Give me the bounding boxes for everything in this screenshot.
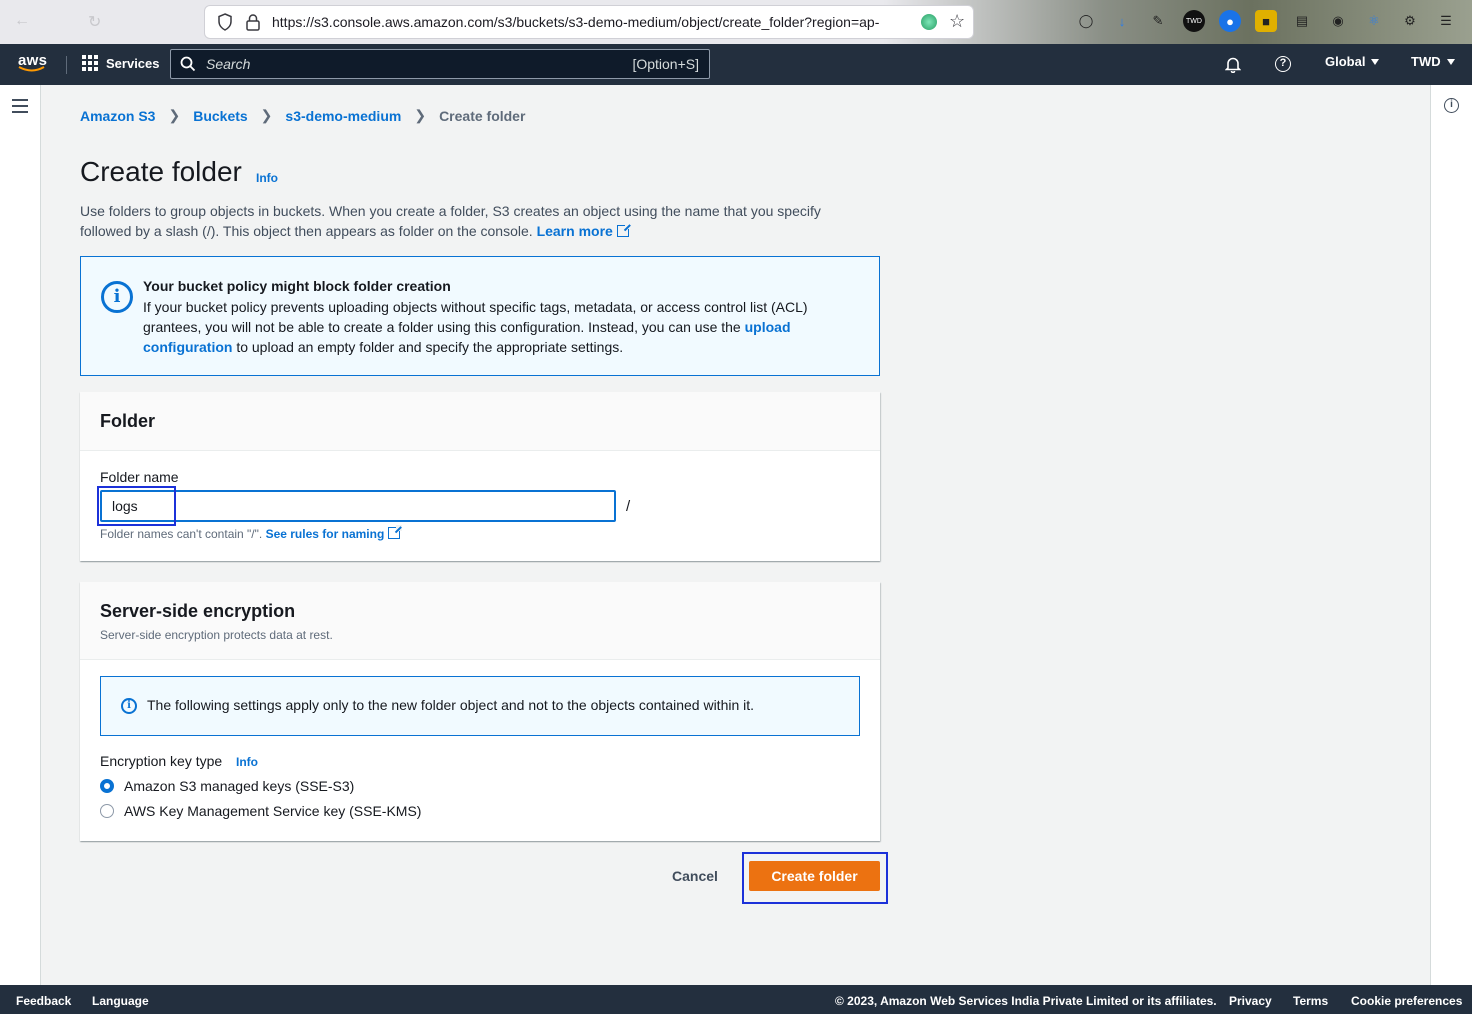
encryption-container: Server-side encryption Server-side encry… [80, 582, 880, 841]
alert-body-text: If your bucket policy prevents uploading… [143, 299, 808, 335]
reload-icon[interactable]: ↻ [88, 12, 101, 32]
breadcrumb-amazon-s3[interactable]: Amazon S3 [80, 108, 155, 124]
address-bar[interactable]: https://s3.console.aws.amazon.com/s3/buc… [205, 6, 973, 38]
hamburger-menu-icon[interactable] [12, 99, 28, 117]
alert-title: Your bucket policy might block folder cr… [143, 278, 451, 294]
menu-icon[interactable]: ☰ [1435, 10, 1457, 32]
naming-rules-link[interactable]: See rules for naming [265, 525, 403, 541]
folder-name-input[interactable] [100, 490, 616, 522]
radio-sse-kms[interactable]: AWS Key Management Service key (SSE-KMS) [100, 803, 421, 819]
shield-icon [218, 13, 232, 31]
feedback-link[interactable]: Feedback [16, 994, 71, 1008]
alert-body: If your bucket policy prevents uploading… [143, 297, 843, 357]
twd-extension-icon[interactable]: TWD [1183, 10, 1205, 32]
encryption-note-text: The following settings apply only to the… [147, 697, 755, 713]
encryption-info-note: i The following settings apply only to t… [100, 676, 860, 736]
info-panel-icon[interactable]: i [1444, 98, 1459, 113]
chevron-right-icon: ❯ [260, 107, 273, 123]
notifications-bell-icon[interactable] [1225, 56, 1241, 73]
extension-icon[interactable] [921, 14, 937, 30]
terms-link[interactable]: Terms [1293, 994, 1328, 1008]
encryption-info-link[interactable]: Info [236, 755, 258, 769]
page-title: Create folder [80, 156, 242, 187]
breadcrumb-current: Create folder [439, 107, 526, 124]
folder-container-header: Folder [80, 392, 880, 451]
url-text[interactable]: https://s3.console.aws.amazon.com/s3/buc… [272, 14, 912, 30]
breadcrumb: Amazon S3 ❯ Buckets ❯ s3-demo-medium ❯ C… [80, 107, 525, 124]
pen-icon[interactable]: ✎ [1147, 10, 1169, 32]
chevron-right-icon: ❯ [414, 107, 427, 123]
breadcrumb-buckets[interactable]: Buckets [193, 108, 247, 124]
alert-body-text-end: to upload an empty folder and specify th… [232, 339, 624, 355]
chevron-right-icon: ❯ [168, 107, 181, 123]
constraint-text: Folder names can't contain "/". [100, 527, 263, 541]
caret-down-icon [1446, 58, 1455, 65]
info-icon: i [101, 281, 133, 313]
pocket-icon[interactable]: ◯ [1075, 10, 1097, 32]
external-link-icon [388, 525, 403, 539]
info-icon: i [121, 698, 137, 714]
folder-slash-suffix: / [626, 498, 631, 515]
region-selector[interactable]: Global [1325, 54, 1380, 69]
search-icon [180, 56, 196, 72]
description-text: Use folders to group objects in buckets.… [80, 203, 821, 239]
caret-down-icon [1371, 58, 1380, 65]
left-navigation-rail [0, 85, 41, 985]
help-icon[interactable]: ? [1275, 56, 1291, 72]
region-label: Global [1325, 54, 1366, 69]
encryption-description: Server-side encryption protects data at … [100, 628, 333, 642]
search-placeholder: Search [206, 56, 251, 72]
radio-sse-kms-label: AWS Key Management Service key (SSE-KMS) [124, 803, 422, 819]
search-input[interactable]: Search [Option+S] [170, 49, 710, 79]
encryption-key-type-label: Encryption key type [100, 753, 223, 769]
aws-logo-text: aws [18, 52, 48, 69]
right-tools-rail: i [1430, 85, 1472, 985]
cancel-button[interactable]: Cancel [658, 862, 732, 890]
reader-icon[interactable]: ▤ [1291, 10, 1313, 32]
account-label: TWD [1411, 54, 1441, 69]
bookmark-star-icon[interactable]: ☆ [949, 11, 965, 32]
bucket-policy-alert: i Your bucket policy might block folder … [80, 256, 880, 376]
account-menu[interactable]: TWD [1411, 54, 1455, 69]
lock-icon [246, 14, 260, 31]
console-footer: Feedback Language © 2023, Amazon Web Ser… [0, 985, 1472, 1014]
grid-icon [82, 55, 98, 71]
external-link-icon [616, 223, 631, 237]
aws-top-nav: aws Services Search [Option+S] ? Global … [0, 44, 1472, 85]
breadcrumb-bucket[interactable]: s3-demo-medium [285, 108, 401, 124]
divider [66, 56, 67, 74]
folder-name-constraint: Folder names can't contain "/". See rule… [100, 525, 403, 541]
browser-toolbar: ← ↻ https://s3.console.aws.amazon.com/s3… [0, 0, 1472, 44]
search-shortcut: [Option+S] [632, 56, 699, 72]
learn-more-link[interactable]: Learn more [536, 223, 631, 239]
react-devtools-icon[interactable]: ⚛ [1363, 10, 1385, 32]
radio-sse-s3[interactable]: Amazon S3 managed keys (SSE-S3) [100, 778, 354, 794]
copyright-text: © 2023, Amazon Web Services India Privat… [835, 994, 1217, 1008]
encryption-heading: Server-side encryption [100, 601, 296, 621]
radio-sse-s3-label: Amazon S3 managed keys (SSE-S3) [124, 778, 355, 794]
privacy-link[interactable]: Privacy [1229, 994, 1272, 1008]
cookie-preferences-link[interactable]: Cookie preferences [1351, 994, 1462, 1008]
services-menu[interactable]: Services [82, 55, 160, 71]
page-description: Use folders to group objects in buckets.… [80, 201, 860, 241]
download-icon[interactable]: ↓ [1111, 10, 1133, 32]
extensions-icon[interactable]: ⚙ [1399, 10, 1421, 32]
globe-extension-icon[interactable]: ● [1219, 10, 1241, 32]
github-icon[interactable]: ◉ [1327, 10, 1349, 32]
title-info-link[interactable]: Info [256, 171, 278, 185]
learn-more-label: Learn more [536, 223, 613, 239]
radio-button[interactable] [100, 804, 114, 818]
folder-name-label: Folder name [100, 469, 179, 485]
encryption-container-header: Server-side encryption Server-side encry… [80, 582, 880, 660]
aws-logo[interactable]: aws [18, 52, 50, 76]
radio-button-checked[interactable] [100, 779, 114, 793]
back-icon[interactable]: ← [14, 12, 30, 30]
folder-container: Folder Folder name / Folder names can't … [80, 392, 880, 561]
naming-rules-label: See rules for naming [265, 527, 385, 541]
services-label: Services [106, 55, 160, 71]
create-folder-button[interactable]: Create folder [749, 861, 880, 891]
language-link[interactable]: Language [92, 994, 149, 1008]
note-extension-icon[interactable]: ■ [1255, 10, 1277, 32]
folder-heading: Folder [100, 411, 156, 431]
